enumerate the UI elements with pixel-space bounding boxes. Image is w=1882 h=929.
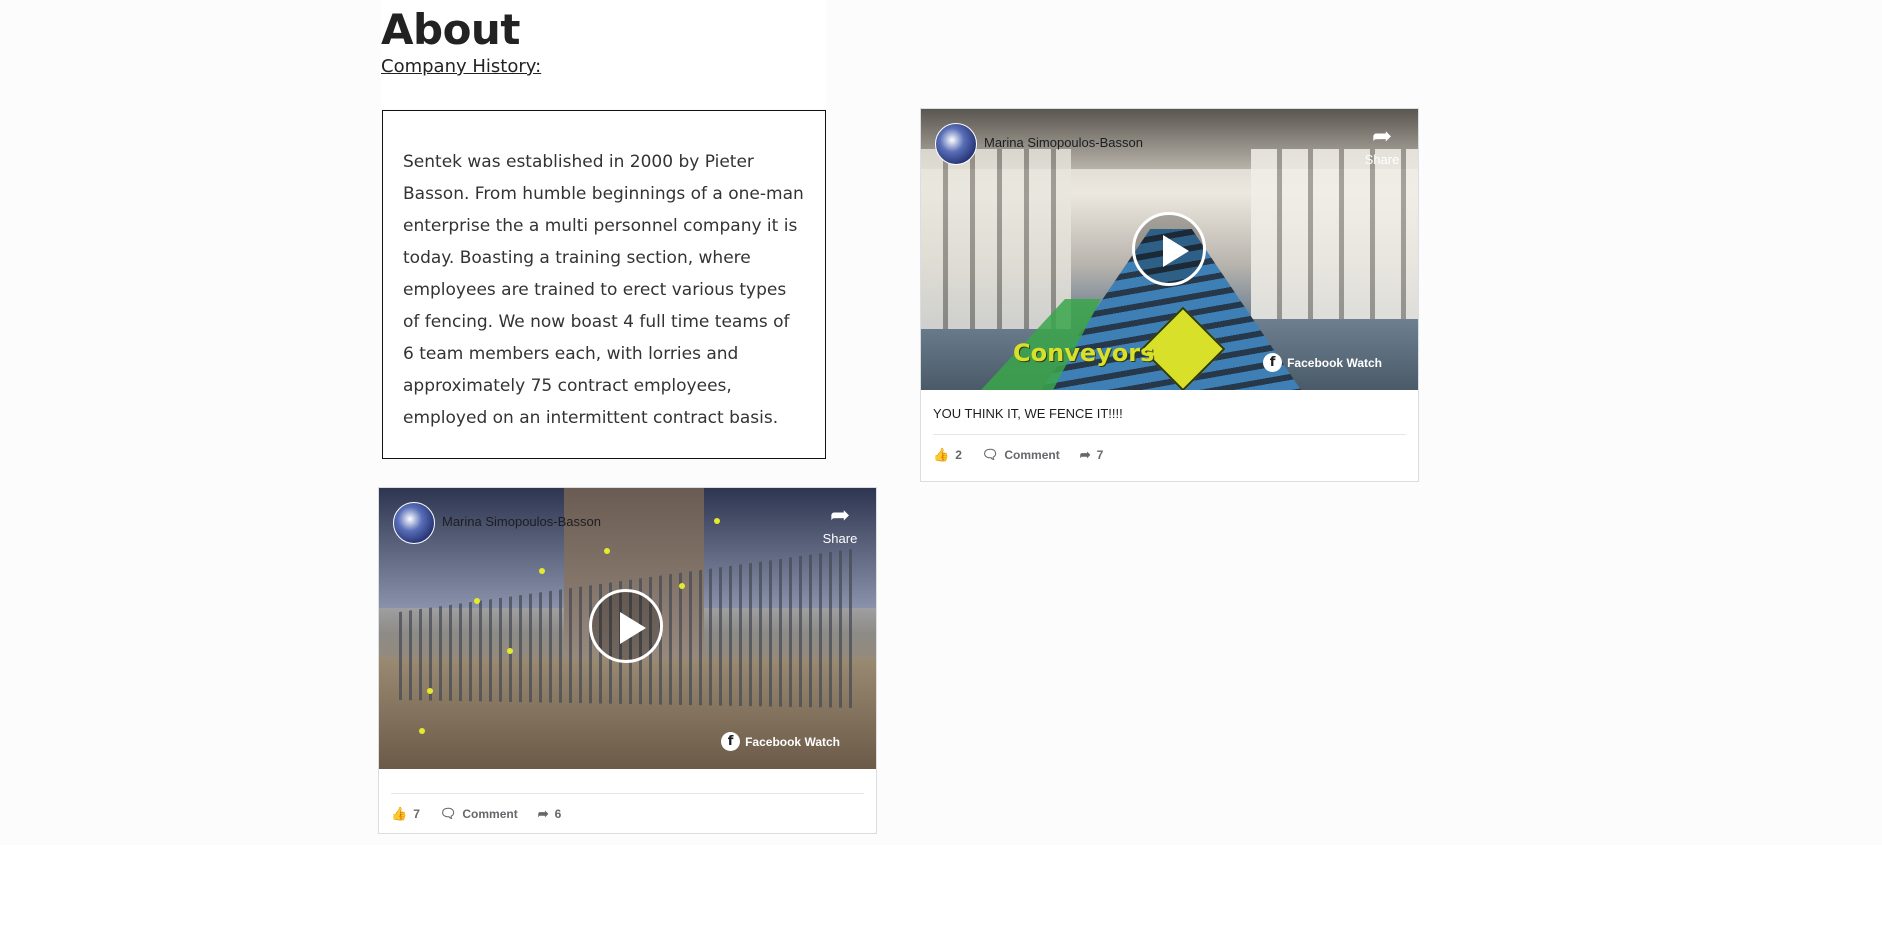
sparkle-dot (604, 548, 610, 554)
sparkle-dot (507, 648, 513, 654)
sparkle-dot (679, 583, 685, 589)
video-actions-bar: 👍 7 🗨 Comment ➦ 6 (379, 794, 876, 834)
thumbs-up-icon: 👍 (933, 447, 950, 462)
facebook-video-card-fence: Marina Simopoulos-Basson ➦ Share f Faceb… (378, 487, 877, 834)
share-arrow-icon: ➦ (1079, 447, 1091, 462)
share-count-button[interactable]: ➦ 7 (1080, 447, 1104, 463)
sparkle-dot (539, 568, 545, 574)
page-title: About (381, 5, 520, 54)
thumbs-up-icon: 👍 (391, 806, 408, 821)
video-player[interactable]: Marina Simopoulos-Basson ➦ Share f Faceb… (379, 488, 876, 769)
video-caption (379, 769, 876, 793)
company-history-box: Sentek was established in 2000 by Pieter… (382, 110, 826, 459)
like-button[interactable]: 👍 7 (391, 806, 420, 822)
sparkle-dot (714, 518, 720, 524)
like-button[interactable]: 👍 2 (933, 447, 962, 463)
share-button[interactable]: ➦ Share (1360, 123, 1404, 168)
sparkle-dot (419, 728, 425, 734)
like-count: 7 (413, 807, 420, 821)
facebook-logo-icon: f (1263, 353, 1283, 372)
author-avatar[interactable] (935, 123, 977, 165)
company-history-text: Sentek was established in 2000 by Pieter… (403, 152, 804, 428)
facebook-watch-label: Facebook Watch (1287, 355, 1382, 370)
facebook-video-card-conveyors: Conveyors Marina Simopoulos-Basson ➦ Sha… (920, 108, 1419, 482)
sparkle-dot (427, 688, 433, 694)
play-icon (1163, 235, 1189, 267)
share-button[interactable]: ➦ Share (818, 502, 862, 547)
share-count: 7 (1096, 448, 1104, 462)
comment-button[interactable]: 🗨 Comment (440, 806, 518, 822)
facebook-watch-link[interactable]: f Facebook Watch (721, 732, 840, 751)
play-button[interactable] (589, 589, 663, 663)
share-icon: ➦ (1371, 122, 1393, 150)
video-author-link[interactable]: Marina Simopoulos-Basson (984, 135, 1143, 150)
video-caption: YOU THINK IT, WE FENCE IT!!!! (933, 406, 1123, 421)
sparkle-dot (474, 598, 480, 604)
share-label: Share (822, 531, 858, 546)
video-overlay-text: Conveyors (1013, 339, 1155, 367)
comment-label: Comment (462, 807, 518, 821)
author-avatar[interactable] (393, 502, 435, 544)
play-icon (620, 612, 646, 644)
video-author-link[interactable]: Marina Simopoulos-Basson (442, 514, 601, 529)
share-arrow-icon: ➦ (537, 806, 549, 821)
share-icon: ➦ (829, 501, 851, 529)
speech-bubble-icon: 🗨 (439, 806, 457, 821)
play-button[interactable] (1132, 212, 1206, 286)
company-history-heading: Company History: (381, 56, 542, 77)
facebook-logo-icon: f (721, 732, 741, 751)
share-label: Share (1364, 152, 1400, 167)
video-actions-bar: 👍 2 🗨 Comment ➦ 7 (921, 435, 1418, 475)
share-count-button[interactable]: ➦ 6 (538, 806, 562, 822)
like-count: 2 (955, 448, 962, 462)
share-count: 6 (554, 807, 562, 821)
facebook-watch-label: Facebook Watch (745, 734, 840, 749)
speech-bubble-icon: 🗨 (981, 447, 999, 462)
facebook-watch-link[interactable]: f Facebook Watch (1263, 353, 1382, 372)
corridor-left-wall (921, 149, 1071, 329)
video-player[interactable]: Conveyors Marina Simopoulos-Basson ➦ Sha… (921, 109, 1418, 390)
comment-label: Comment (1004, 448, 1060, 462)
comment-button[interactable]: 🗨 Comment (982, 447, 1060, 463)
corridor-right-wall (1251, 149, 1418, 319)
